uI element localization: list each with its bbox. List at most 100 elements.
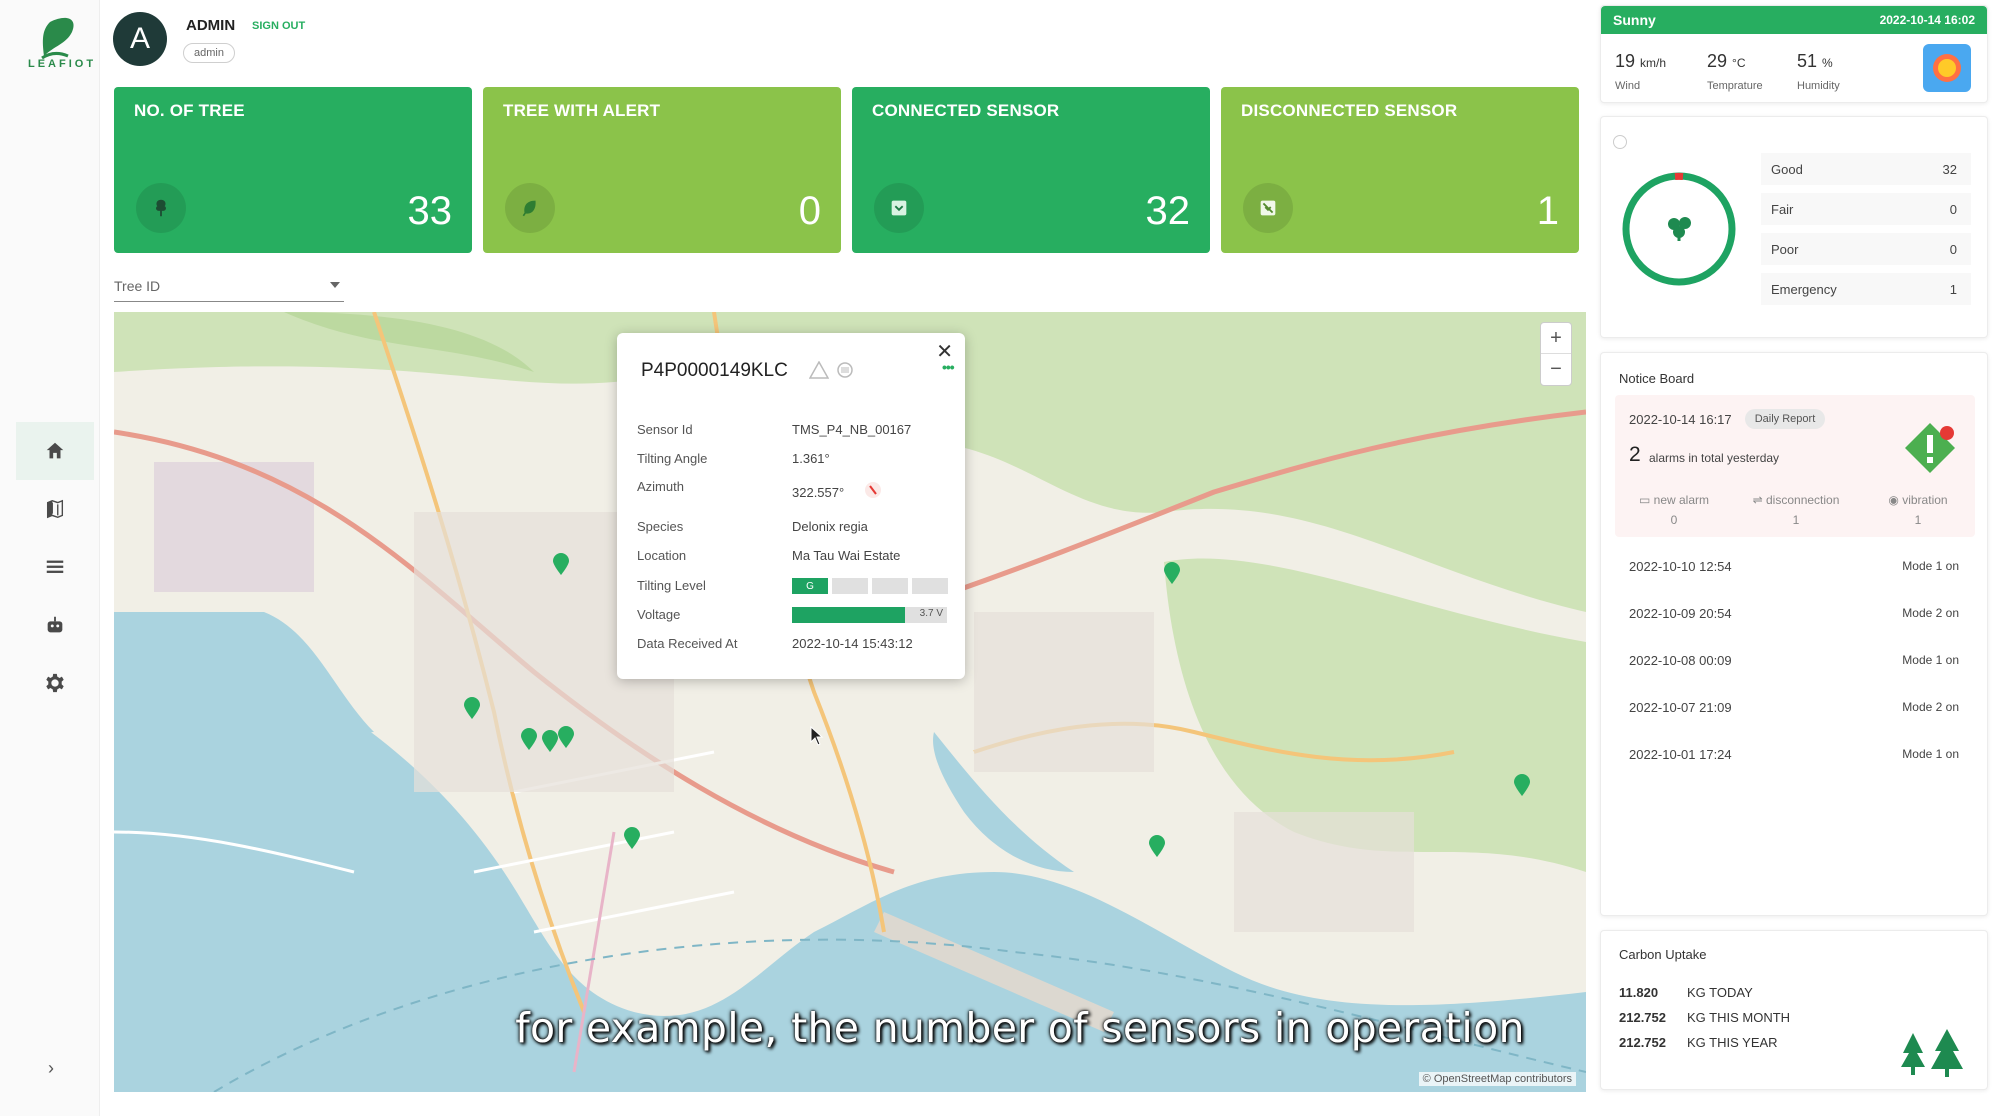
tree-marker-icon[interactable] — [542, 730, 558, 752]
robot-icon — [47, 616, 63, 633]
mouse-cursor-icon — [810, 726, 824, 746]
tree-marker-icon[interactable] — [464, 697, 480, 719]
tree-marker-icon[interactable] — [1149, 835, 1165, 857]
expand-sidebar-chevron-icon[interactable]: › — [48, 1058, 54, 1079]
stat-title: CONNECTED SENSOR — [872, 101, 1060, 120]
stat-value: 0 — [798, 189, 821, 233]
zoom-out-button[interactable]: − — [1541, 354, 1571, 385]
map-attribution[interactable]: © OpenStreetMap contributors — [1418, 1072, 1576, 1086]
tree-marker-icon[interactable] — [558, 726, 574, 748]
stat-title: TREE WITH ALERT — [503, 101, 661, 120]
status-count: 0 — [1949, 242, 1957, 257]
stat-card-trees[interactable]: NO. OF TREE 33 — [114, 87, 472, 253]
tilting-level-segment — [832, 578, 868, 594]
home-icon — [46, 442, 64, 459]
tree-marker-icon[interactable] — [1164, 562, 1180, 584]
voltage-bar: 3.7 V — [792, 607, 947, 623]
nav-home[interactable] — [16, 422, 94, 480]
tilting-level-segment: G — [792, 578, 828, 594]
vibration-label: ◉ vibration — [1888, 493, 1948, 507]
zoom-in-button[interactable]: + — [1541, 323, 1571, 354]
sensor-status-icon[interactable] — [835, 361, 855, 379]
status-row-fair: Fair 0 — [1761, 193, 1971, 225]
popup-value: Delonix regia — [792, 519, 868, 534]
info-icon[interactable] — [1613, 135, 1627, 149]
popup-value: TMS_P4_NB_00167 — [792, 422, 912, 437]
tree-marker-icon[interactable] — [553, 553, 569, 575]
nav-settings[interactable] — [16, 654, 94, 712]
stat-value: 33 — [407, 189, 453, 233]
report-time: 2022-10-14 16:17 — [1629, 412, 1732, 427]
popup-label: Location — [637, 548, 687, 563]
sign-out-link[interactable]: SIGN OUT — [252, 20, 305, 32]
weather-condition: Sunny — [1613, 12, 1656, 28]
avatar[interactable]: A — [113, 12, 167, 66]
tilting-level-segment — [872, 578, 908, 594]
notice-entry[interactable]: 2022-10-07 21:09 Mode 2 on — [1629, 700, 1959, 715]
stat-value: 32 — [1145, 189, 1191, 233]
tree-id-label: Tree ID — [114, 278, 161, 294]
tree-id-select[interactable]: Tree ID — [114, 270, 344, 302]
notice-board-title: Notice Board — [1619, 371, 1695, 386]
tree-icon — [1668, 217, 1691, 241]
humidity-value: 51 % — [1797, 51, 1833, 71]
status-label: Good — [1771, 162, 1803, 177]
notice-entry[interactable]: 2022-10-10 12:54 Mode 1 on — [1629, 559, 1959, 574]
user-name: ADMIN — [186, 17, 236, 34]
popup-value: 322.557° — [792, 485, 845, 500]
popup-label: Sensor Id — [637, 422, 693, 437]
new-alarm-label: ▭ new alarm — [1638, 493, 1710, 507]
notice-entry[interactable]: 2022-10-09 20:54 Mode 2 on — [1629, 606, 1959, 621]
daily-report-chip: Daily Report — [1745, 409, 1825, 429]
carbon-month: 212.752 KG THIS MONTH — [1619, 1010, 1791, 1025]
gear-icon — [46, 673, 64, 693]
tree-icon — [136, 183, 186, 233]
status-row-good: Good 32 — [1761, 153, 1971, 185]
user-role-chip: admin — [183, 43, 235, 63]
wind-value: 19 km/h — [1615, 51, 1667, 71]
alert-diamond-icon — [1905, 423, 1955, 473]
voltage-value: 3.7 V — [919, 608, 943, 619]
notice-entry[interactable]: 2022-10-01 17:24 Mode 1 on — [1629, 747, 1959, 762]
disconnection-label: ⇌ disconnection — [1752, 493, 1840, 507]
popup-value: 1.361° — [792, 451, 830, 466]
nav-map[interactable] — [16, 480, 94, 538]
more-options-icon[interactable]: ••• — [942, 359, 955, 375]
voltage-bar-fill — [792, 607, 906, 623]
status-row-poor: Poor 0 — [1761, 233, 1971, 265]
sensor-off-icon — [1243, 183, 1293, 233]
sunny-weather-icon — [1923, 44, 1971, 92]
popup-label: Azimuth — [637, 479, 684, 494]
popup-label: Species — [637, 519, 684, 534]
sensor-icon — [874, 183, 924, 233]
tree-marker-icon[interactable] — [1514, 774, 1530, 796]
notice-entry[interactable]: 2022-10-08 00:09 Mode 1 on — [1629, 653, 1959, 668]
tree-status-panel: Good 32 Fair 0 Poor 0 Emergency 1 — [1600, 116, 1988, 338]
temperature-label: Temprature — [1707, 80, 1763, 92]
tilting-level-segment — [912, 578, 948, 594]
tree-marker-icon[interactable] — [624, 827, 640, 849]
tree-marker-icon[interactable] — [521, 728, 537, 750]
popup-value: 2022-10-14 15:43:12 — [792, 636, 913, 651]
wind-label: Wind — [1615, 80, 1641, 92]
stat-card-connected-sensor[interactable]: CONNECTED SENSOR 32 — [852, 87, 1210, 253]
nav-sensor[interactable] — [16, 596, 94, 654]
warning-icon[interactable] — [809, 361, 829, 379]
tree-info-popup: ✕ P4P0000149KLC ••• Sensor Id TMS_P4_NB_… — [617, 333, 965, 679]
chevron-down-icon — [330, 282, 340, 288]
status-label: Poor — [1771, 242, 1799, 257]
daily-report-card[interactable]: 2022-10-14 16:17 Daily Report 2 alarms i… — [1615, 395, 1975, 537]
carbon-year: 212.752 KG THIS YEAR — [1619, 1035, 1778, 1050]
nav-list[interactable] — [16, 538, 94, 596]
stat-title: DISCONNECTED SENSOR — [1241, 101, 1458, 120]
carbon-title: Carbon Uptake — [1619, 947, 1707, 962]
stat-card-tree-alert[interactable]: TREE WITH ALERT 0 — [483, 87, 841, 253]
carbon-uptake-panel: Carbon Uptake 11.820 KG TODAY 212.752 KG T… — [1600, 930, 1988, 1090]
disconnection-count: 1 — [1792, 513, 1800, 527]
status-count: 32 — [1942, 162, 1957, 177]
zoom-control: + − — [1540, 322, 1572, 386]
new-alarm-count: 0 — [1670, 513, 1678, 527]
pine-trees-icon — [1901, 1029, 1963, 1077]
humidity-label: Humidity — [1797, 80, 1840, 92]
stat-card-disconnected-sensor[interactable]: DISCONNECTED SENSOR 1 — [1221, 87, 1579, 253]
